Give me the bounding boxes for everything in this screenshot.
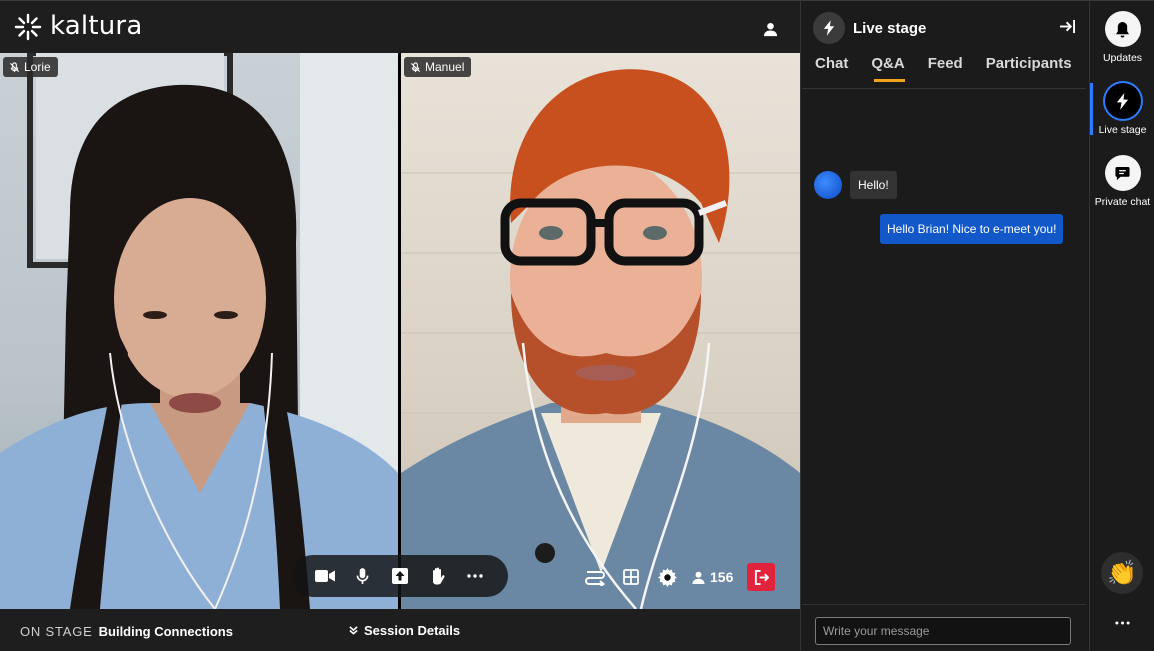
- participant-name-tag: Manuel: [404, 57, 472, 77]
- stage-right-controls: 156: [584, 563, 776, 591]
- kaltura-logo[interactable]: kaltura: [14, 11, 143, 41]
- more-options-button[interactable]: [1111, 615, 1133, 631]
- clapping-hands-icon: 👏: [1107, 559, 1137, 587]
- session-details-button[interactable]: Session Details: [349, 623, 460, 638]
- grid-icon: [623, 569, 639, 585]
- on-stage-label: ON STAGE: [20, 624, 93, 639]
- attendee-count-value: 156: [710, 569, 734, 585]
- double-chevron-down-icon: [349, 626, 358, 635]
- panel-title: Live stage: [853, 19, 927, 37]
- top-bar: kaltura: [0, 0, 800, 53]
- collapse-panel-button[interactable]: [1059, 19, 1079, 39]
- more-icon: [467, 574, 483, 578]
- media-controls-bar: [292, 555, 508, 597]
- panel-tabs: Chat Q&A Feed Participants: [815, 53, 1072, 82]
- bell-icon: [1104, 11, 1141, 47]
- switch-layout-button[interactable]: [584, 566, 606, 588]
- settings-icon: [657, 567, 677, 587]
- tab-qa[interactable]: Q&A: [871, 53, 906, 82]
- session-details-label: Session Details: [364, 623, 461, 638]
- kaltura-logo-icon: [14, 13, 42, 41]
- user-icon: [763, 22, 777, 36]
- rail-label: Private chat: [1094, 196, 1151, 208]
- video-stage: Lorie Manuel 156: [0, 53, 800, 609]
- more-icon: [1114, 621, 1130, 625]
- attendee-count[interactable]: 156: [692, 569, 733, 585]
- person-icon: [692, 571, 705, 584]
- tab-chat[interactable]: Chat: [815, 53, 848, 82]
- tab-feed[interactable]: Feed: [928, 53, 963, 82]
- more-options-button[interactable]: [464, 565, 486, 587]
- session-title: Building Connections: [98, 624, 233, 639]
- share-screen-button[interactable]: [389, 565, 411, 587]
- participant-name-tag: Lorie: [3, 57, 58, 77]
- incoming-message: Hello!: [850, 171, 897, 199]
- outgoing-message: Hello Brian! Nice to e-meet you!: [880, 214, 1064, 244]
- switch-layout-icon: [585, 571, 606, 586]
- tab-participants[interactable]: Participants: [986, 53, 1072, 82]
- raise-hand-icon: [432, 567, 445, 585]
- message-input[interactable]: [815, 617, 1071, 645]
- grid-view-button[interactable]: [620, 566, 642, 588]
- mic-muted-icon: [410, 61, 421, 72]
- video-tile-lorie[interactable]: Lorie: [0, 53, 398, 609]
- divider: [802, 604, 1086, 605]
- settings-button[interactable]: [656, 566, 678, 588]
- rail-label: Live stage: [1098, 124, 1147, 136]
- right-rail: Updates Live stage Private chat 👏: [1089, 0, 1154, 651]
- rail-label: Updates: [1102, 52, 1143, 64]
- bolt-icon: [1104, 83, 1141, 119]
- live-stage-panel: Live stage Chat Q&A Feed Participants He…: [800, 0, 1089, 651]
- camera-button[interactable]: [314, 565, 336, 587]
- profile-button[interactable]: [758, 17, 782, 41]
- avatar[interactable]: [814, 171, 842, 199]
- bottom-bar: ON STAGE Building Connections Session De…: [0, 609, 800, 651]
- participant-name: Lorie: [24, 60, 51, 74]
- participant-video: [401, 69, 800, 609]
- camera-icon: [314, 570, 335, 582]
- panel-header: Live stage: [813, 12, 926, 44]
- brand-name: kaltura: [50, 11, 143, 41]
- leave-icon: [754, 569, 769, 585]
- collapse-right-icon: [1060, 19, 1075, 34]
- leave-button[interactable]: [747, 563, 776, 591]
- participant-name: Manuel: [425, 60, 465, 74]
- share-screen-icon: [391, 568, 408, 584]
- rail-item-live-stage[interactable]: Live stage: [1090, 83, 1154, 136]
- microphone-button[interactable]: [351, 565, 373, 587]
- divider: [802, 88, 1086, 89]
- rail-item-updates[interactable]: Updates: [1090, 11, 1154, 64]
- chat-icon: [1104, 155, 1141, 191]
- rail-item-private-chat[interactable]: Private chat: [1090, 155, 1154, 208]
- mic-muted-icon: [9, 61, 20, 72]
- microphone-icon: [356, 567, 369, 584]
- video-tile-manuel[interactable]: Manuel: [401, 53, 800, 609]
- raise-hand-button[interactable]: [427, 565, 449, 587]
- bolt-icon: [813, 12, 845, 44]
- on-stage-info: ON STAGE Building Connections: [20, 624, 233, 639]
- participant-video: [0, 53, 398, 609]
- reactions-button[interactable]: 👏: [1101, 552, 1143, 594]
